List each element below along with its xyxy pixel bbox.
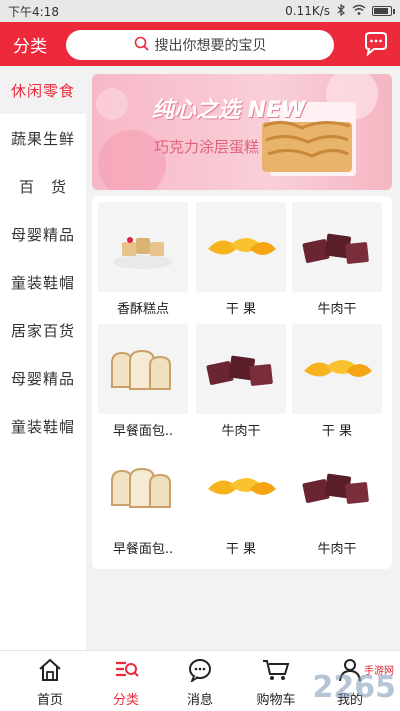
tab-messages-label: 消息 xyxy=(186,693,213,708)
tab-cart[interactable]: 购物车 xyxy=(236,651,316,711)
sidebar-item-general[interactable]: 百 货 xyxy=(0,162,86,210)
product-grid: 香酥糕点干 果牛肉干 早餐面包.. 牛肉干干 果早餐面包.. 干 果牛肉干 xyxy=(92,196,392,569)
page-title: 分类 xyxy=(13,36,47,57)
product-image-mango xyxy=(292,324,382,414)
tab-messages[interactable]: 消息 xyxy=(160,651,240,711)
product-cell[interactable]: 早餐面包.. xyxy=(98,442,188,557)
home-icon xyxy=(37,658,63,686)
network-speed: 0.11K/s xyxy=(285,4,330,18)
product-label: 牛肉干 xyxy=(221,424,261,439)
product-cell[interactable]: 牛肉干 xyxy=(196,324,286,439)
product-label: 干 果 xyxy=(225,302,257,317)
category-content: 纯心之选 NEW 巧克力涂层蛋糕 香酥糕点干 果牛肉干 早餐面包.. 牛肉干干 果早… xyxy=(86,66,400,650)
cart-icon xyxy=(262,658,290,686)
sidebar-item-fresh[interactable]: 蔬果生鲜 xyxy=(0,114,86,162)
product-label: 干 果 xyxy=(225,542,257,557)
sidebar-item-baby-2[interactable]: 母婴精品 xyxy=(0,354,86,402)
category-icon xyxy=(113,658,139,686)
sidebar-item-home[interactable]: 居家百货 xyxy=(0,306,86,354)
product-image-jerky xyxy=(196,324,286,414)
sidebar-item-baby[interactable]: 母婴精品 xyxy=(0,210,86,258)
product-label: 牛肉干 xyxy=(317,542,357,557)
product-image-jerky xyxy=(292,442,382,532)
product-label: 香酥糕点 xyxy=(116,302,169,317)
tab-category-label: 分类 xyxy=(112,693,139,708)
product-label: 干 果 xyxy=(321,424,353,439)
product-cell[interactable]: 香酥糕点 xyxy=(98,202,188,317)
product-cell[interactable]: 干 果 xyxy=(196,202,286,317)
chat-bubble-icon xyxy=(362,32,390,62)
tab-home[interactable]: 首页 xyxy=(10,651,90,711)
search-placeholder: 搜出你想要的宝贝 xyxy=(154,38,267,54)
status-time: 下午4:18 xyxy=(8,4,59,19)
tab-home-label: 首页 xyxy=(36,693,63,708)
watermark-site: 手游网 xyxy=(364,666,394,677)
banner-title: 巧克力涂层蛋糕 xyxy=(154,138,260,156)
search-icon xyxy=(134,36,149,55)
status-bar: 下午4:18 0.11K/s xyxy=(0,0,400,22)
tab-cart-label: 购物车 xyxy=(256,693,296,708)
battery-icon xyxy=(372,6,395,16)
product-image-pastry xyxy=(98,202,188,292)
product-cell[interactable]: 牛肉干 xyxy=(292,202,382,317)
bluetooth-icon xyxy=(336,3,346,19)
banner-script: 纯心之选 NEW xyxy=(152,98,306,123)
bottom-tab-bar: 首页 分类 消息 购物车 我的 2265 xyxy=(0,650,400,711)
search-input[interactable]: 搜出你想要的宝贝 xyxy=(66,30,334,60)
product-image-bread xyxy=(98,324,188,414)
product-image-mango xyxy=(196,442,286,532)
sidebar-item-snacks[interactable]: 休闲零食 xyxy=(0,66,86,114)
category-sidebar: 休闲零食 蔬果生鲜 百 货 母婴精品 童装鞋帽 居家百货 母婴精品 童装鞋帽 xyxy=(0,66,86,650)
message-button[interactable] xyxy=(362,30,390,58)
wifi-icon xyxy=(352,4,366,19)
product-cell[interactable]: 早餐面包.. xyxy=(98,324,188,439)
product-label: 早餐面包.. xyxy=(112,542,174,557)
message-icon xyxy=(187,658,213,686)
product-image-jerky xyxy=(292,202,382,292)
product-label: 早餐面包.. xyxy=(112,424,174,439)
product-image-mango xyxy=(196,202,286,292)
tab-category[interactable]: 分类 xyxy=(86,651,166,711)
sidebar-item-kids-wear[interactable]: 童装鞋帽 xyxy=(0,258,86,306)
product-cell[interactable]: 干 果 xyxy=(196,442,286,557)
promo-banner[interactable]: 纯心之选 NEW 巧克力涂层蛋糕 xyxy=(92,74,392,190)
product-cell[interactable]: 干 果 xyxy=(292,324,382,439)
sidebar-item-kids-wear-2[interactable]: 童装鞋帽 xyxy=(0,402,86,450)
product-label: 牛肉干 xyxy=(317,302,357,317)
top-bar: 分类 搜出你想要的宝贝 xyxy=(0,22,400,66)
product-image-bread xyxy=(98,442,188,532)
product-cell[interactable]: 牛肉干 xyxy=(292,442,382,557)
